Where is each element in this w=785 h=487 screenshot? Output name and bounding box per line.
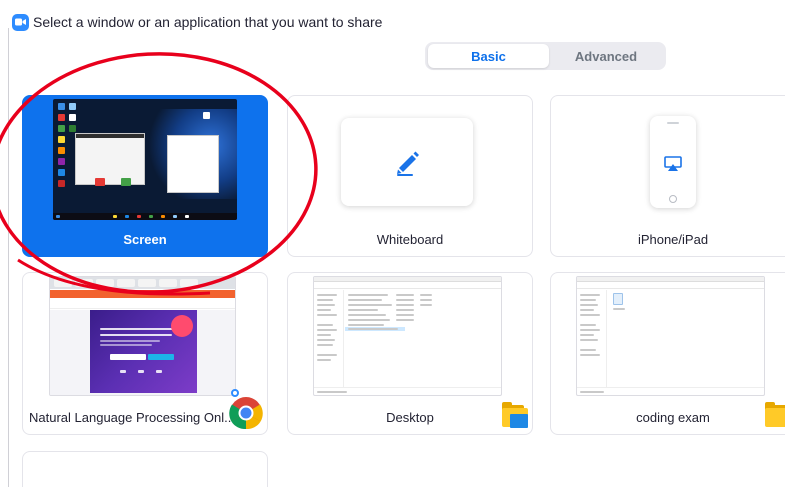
tab-advanced[interactable]: Advanced <box>549 44 663 68</box>
desktop-app-icon <box>69 114 76 121</box>
site-navbar <box>50 298 235 309</box>
tile-label-screen: Screen <box>123 232 167 247</box>
iphone-card <box>650 116 696 208</box>
desktop-app-icon <box>58 136 65 143</box>
desktop-app-icon <box>58 125 65 132</box>
folder-icon <box>765 402 785 428</box>
share-tile-partial[interactable] <box>22 451 268 487</box>
promo-badge <box>171 315 193 337</box>
tab-basic[interactable]: Basic <box>428 44 549 68</box>
tile-label-coding-exam: coding exam <box>636 410 710 425</box>
desktop-app-icon <box>58 169 65 176</box>
page-title: Select a window or an application that y… <box>33 14 383 30</box>
screen-preview <box>53 99 237 220</box>
tile-label-iphone: iPhone/iPad <box>637 232 709 247</box>
zoom-logo-icon <box>12 13 29 31</box>
desktop-app-icon <box>69 103 76 110</box>
share-tile-screen[interactable]: Screen <box>22 95 268 257</box>
airplay-icon <box>664 156 682 171</box>
desktop-app-icon <box>58 180 65 187</box>
file-icon <box>613 293 623 305</box>
title-bar: Select a window or an application that y… <box>12 12 382 32</box>
coding-exam-window-preview <box>576 276 765 396</box>
desktop-window-preview <box>313 276 502 396</box>
desktop-app-icon <box>58 158 65 165</box>
chrome-icon <box>229 397 263 430</box>
phone-speaker <box>667 122 679 124</box>
desktop-app-icon <box>58 114 65 121</box>
tile-label-whiteboard: Whiteboard <box>376 232 444 247</box>
chrome-window-preview <box>49 276 236 396</box>
window-left-edge <box>8 28 9 487</box>
explorer-sidebar <box>577 290 607 387</box>
tile-label-desktop: Desktop <box>386 410 434 425</box>
desktop-taskbar <box>53 213 237 220</box>
desktop-app-icon <box>69 125 76 132</box>
share-mode-tabs: Basic Advanced <box>425 42 666 70</box>
desktop-zoom-window <box>167 135 219 193</box>
desktop-file-icon <box>203 112 210 119</box>
site-hero <box>90 310 197 393</box>
folder-icon <box>502 402 528 428</box>
share-tile-iphone[interactable]: iPhone/iPad <box>550 95 785 257</box>
share-tile-coding-exam[interactable]: coding exam <box>550 272 785 435</box>
share-tile-whiteboard[interactable]: Whiteboard <box>287 95 533 257</box>
desktop-app-icon <box>121 178 131 186</box>
pen-icon <box>397 151 419 176</box>
browser-tabstrip <box>50 277 235 289</box>
desktop-app-icon <box>95 178 105 186</box>
phone-home-button <box>669 195 677 203</box>
share-tile-chrome[interactable]: Natural Language Processing Onl... <box>22 272 268 435</box>
site-banner <box>50 290 235 298</box>
share-tile-desktop[interactable]: Desktop <box>287 272 533 435</box>
explorer-sidebar <box>314 290 344 387</box>
desktop-app-icon <box>58 103 65 110</box>
desktop-app-icon <box>58 147 65 154</box>
desktop-dialog-window <box>75 133 145 185</box>
whiteboard-card <box>341 118 473 206</box>
